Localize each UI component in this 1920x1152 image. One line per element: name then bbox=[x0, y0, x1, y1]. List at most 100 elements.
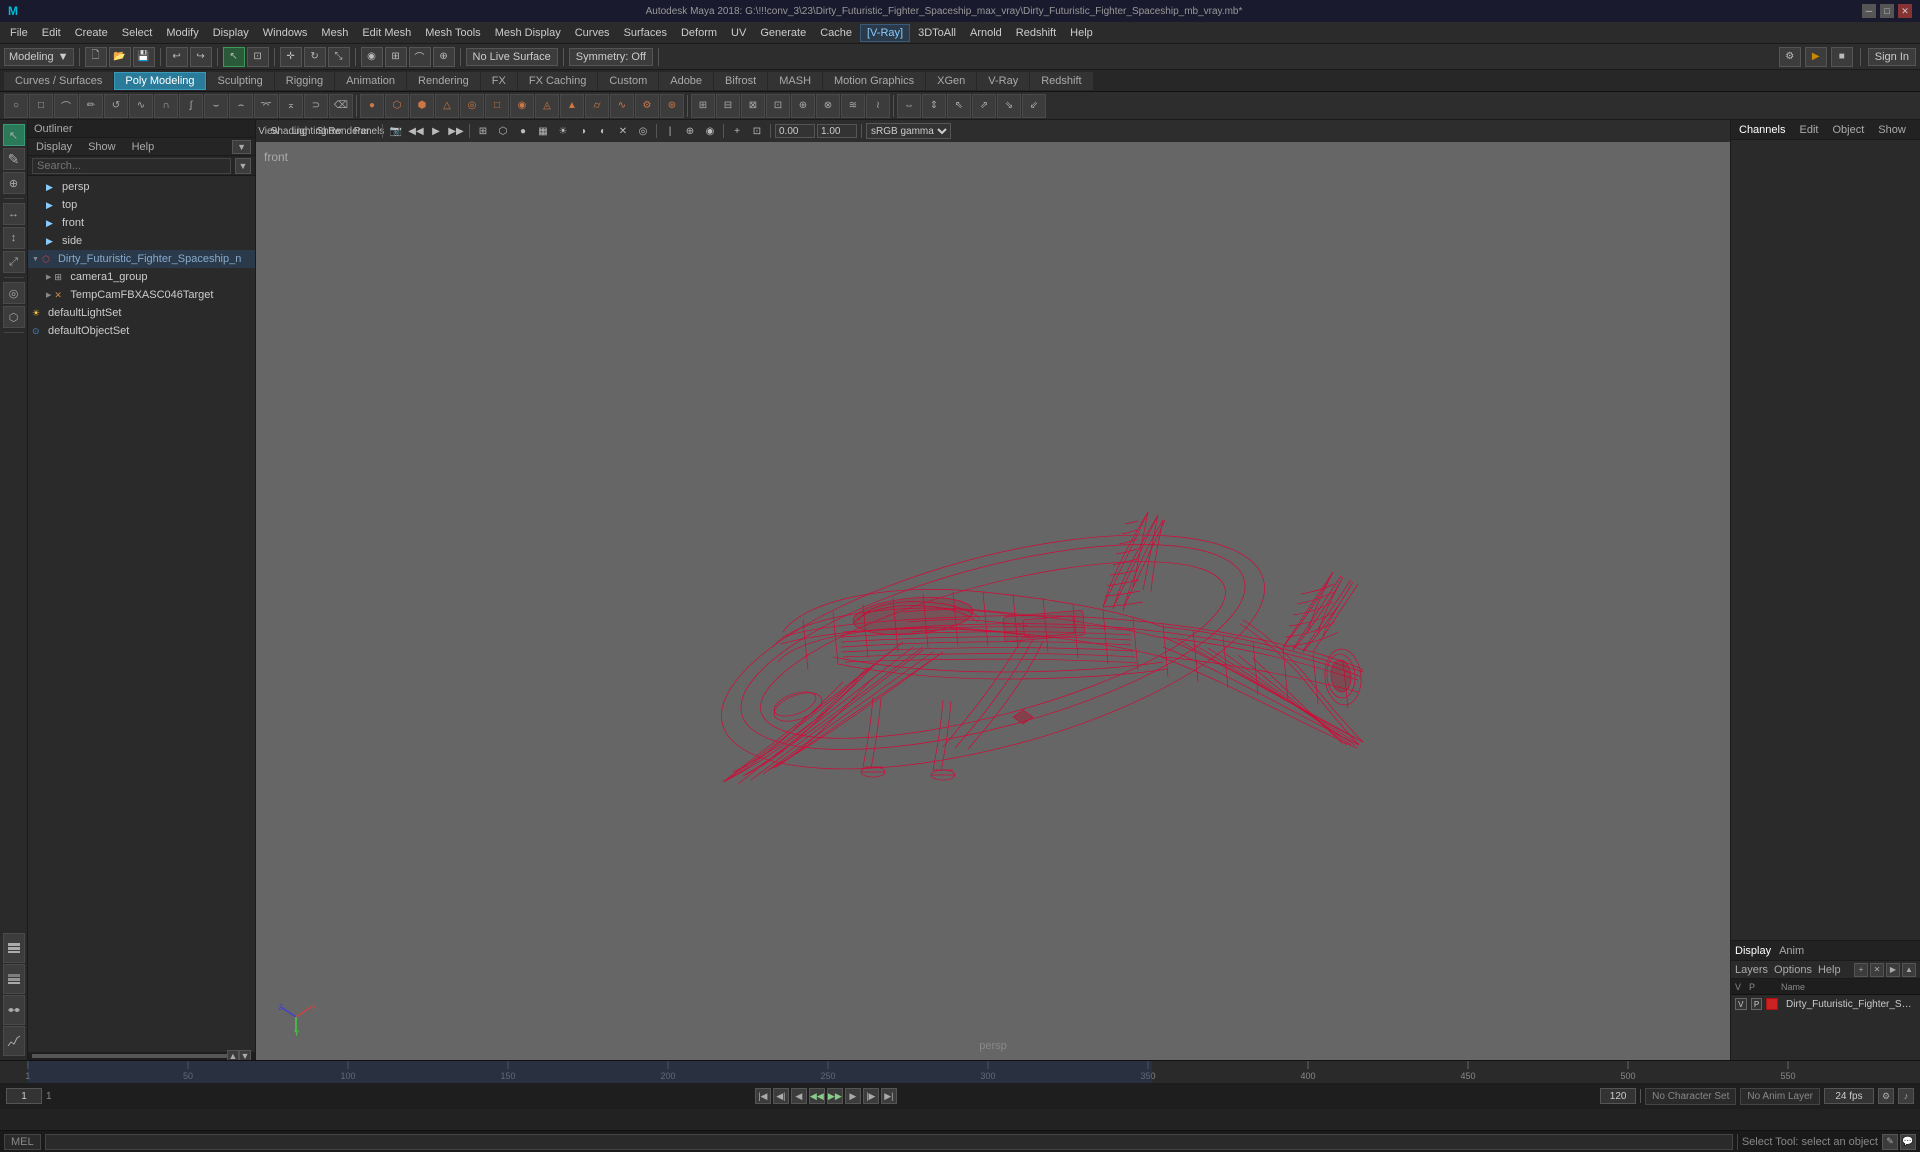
prev-frame-btn[interactable]: ◀ bbox=[791, 1088, 807, 1104]
menu-windows[interactable]: Windows bbox=[257, 25, 314, 41]
select-mode-tool[interactable]: ↖ bbox=[3, 124, 25, 146]
shelf-helix[interactable]: ∿ bbox=[610, 94, 634, 118]
rotate-tool-button[interactable]: ↻ bbox=[304, 47, 326, 67]
tab-curves-surfaces[interactable]: Curves / Surfaces bbox=[4, 72, 113, 90]
menu-mesh-tools[interactable]: Mesh Tools bbox=[419, 25, 486, 41]
tab-motion-graphics[interactable]: Motion Graphics bbox=[823, 72, 925, 90]
tab-xgen[interactable]: XGen bbox=[926, 72, 976, 90]
tab-bifrost[interactable]: Bifrost bbox=[714, 72, 767, 90]
vp-prev-frame[interactable]: ◀◀ bbox=[407, 123, 425, 139]
shelf-tool-y[interactable]: ⇙ bbox=[1022, 94, 1046, 118]
vp-shadow-btn[interactable]: ◑ bbox=[574, 123, 592, 139]
list-item[interactable]: ▶ ✕ TempCamFBXASC046Target bbox=[28, 286, 255, 304]
lasso-tool-button[interactable]: ⊡ bbox=[247, 47, 269, 67]
vp-isolate-btn[interactable]: ◎ bbox=[634, 123, 652, 139]
shelf-plane[interactable]: □ bbox=[485, 94, 509, 118]
menu-vray[interactable]: [V-Ray] bbox=[860, 24, 910, 42]
no-live-surface[interactable]: No Live Surface bbox=[466, 48, 558, 66]
vp-smooth-btn[interactable]: ● bbox=[514, 123, 532, 139]
menu-edit-mesh[interactable]: Edit Mesh bbox=[356, 25, 417, 41]
transform-axis-tool[interactable]: ⤢ bbox=[3, 251, 25, 273]
vp-play-btn[interactable]: ▶ bbox=[427, 123, 445, 139]
current-frame-input[interactable] bbox=[6, 1088, 42, 1104]
redo-button[interactable]: ↪ bbox=[190, 47, 212, 67]
tab-sculpting[interactable]: Sculpting bbox=[207, 72, 274, 90]
shelf-mirror[interactable]: ⇔ bbox=[897, 94, 921, 118]
fps-input[interactable] bbox=[1824, 1088, 1874, 1104]
shelf-torus[interactable]: ◎ bbox=[460, 94, 484, 118]
vp-hud-btn1[interactable]: | bbox=[661, 123, 679, 139]
new-file-button[interactable]: 🗋 bbox=[85, 47, 107, 67]
vp-value2-input[interactable] bbox=[817, 124, 857, 138]
symmetry-off[interactable]: Symmetry: Off bbox=[569, 48, 653, 66]
shelf-soccer[interactable]: ⊛ bbox=[660, 94, 684, 118]
snap-point-button[interactable]: ⊕ bbox=[433, 47, 455, 67]
save-file-button[interactable]: 💾 bbox=[133, 47, 155, 67]
paint-tool[interactable]: ✎ bbox=[3, 148, 25, 170]
vp-lighting-menu[interactable]: Lighting bbox=[300, 123, 318, 139]
shelf-cone[interactable]: △ bbox=[435, 94, 459, 118]
rotate-axis-tool[interactable]: ↕ bbox=[3, 227, 25, 249]
shelf-wave[interactable]: ∿ bbox=[129, 94, 153, 118]
channels-tab[interactable]: Channels bbox=[1735, 123, 1789, 137]
list-item[interactable]: ▶ persp bbox=[28, 178, 255, 196]
vp-value1-input[interactable] bbox=[775, 124, 815, 138]
render-button[interactable]: ▶ bbox=[1805, 47, 1827, 67]
menu-deform[interactable]: Deform bbox=[675, 25, 723, 41]
vp-light-btn[interactable]: ☀ bbox=[554, 123, 572, 139]
play-back-btn[interactable]: ◀◀ bbox=[809, 1088, 825, 1104]
tab-redshift[interactable]: Redshift bbox=[1030, 72, 1092, 90]
menu-surfaces[interactable]: Surfaces bbox=[618, 25, 673, 41]
vp-camera-btn[interactable]: 📷 bbox=[387, 123, 405, 139]
menu-display[interactable]: Display bbox=[207, 25, 255, 41]
shelf-bezier[interactable]: ∫ bbox=[179, 94, 203, 118]
list-item[interactable]: ▶ side bbox=[28, 232, 255, 250]
shelf-tool11[interactable]: ⌅ bbox=[279, 94, 303, 118]
workspace-dropdown[interactable]: Modeling ▼ bbox=[4, 48, 74, 66]
shelf-sculpt[interactable]: ≀ bbox=[866, 94, 890, 118]
tab-adobe[interactable]: Adobe bbox=[659, 72, 713, 90]
render-settings-button[interactable]: ⚙ bbox=[1779, 47, 1801, 67]
outliner-tab-display[interactable]: Display bbox=[32, 140, 76, 154]
list-item[interactable]: ⊙ defaultObjectSet bbox=[28, 322, 255, 340]
shelf-spiral[interactable]: ↺ bbox=[104, 94, 128, 118]
vp-xray-btn[interactable]: ✕ bbox=[614, 123, 632, 139]
next-frame-btn[interactable]: ▶ bbox=[845, 1088, 861, 1104]
object-tab[interactable]: Object bbox=[1828, 123, 1868, 137]
shelf-circle[interactable]: ○ bbox=[4, 94, 28, 118]
help-tab[interactable]: Help bbox=[1818, 964, 1841, 976]
timeline-ruler[interactable]: 1 50 100 150 200 250 300 bbox=[0, 1061, 1920, 1083]
maximize-button[interactable]: □ bbox=[1880, 4, 1894, 18]
menu-generate[interactable]: Generate bbox=[754, 25, 812, 41]
undo-button[interactable]: ↩ bbox=[166, 47, 188, 67]
cmd-input[interactable] bbox=[45, 1134, 1733, 1150]
list-item[interactable]: ▶ front bbox=[28, 214, 255, 232]
display-tab[interactable]: Display bbox=[1735, 945, 1771, 957]
shelf-extrude[interactable]: ⊞ bbox=[691, 94, 715, 118]
vp-hud-btn3[interactable]: ◉ bbox=[701, 123, 719, 139]
vp-texture-btn[interactable]: ▦ bbox=[534, 123, 552, 139]
list-item[interactable]: ▶ ⊞ camera1_group bbox=[28, 268, 255, 286]
layer-mgr-tool[interactable] bbox=[3, 964, 25, 994]
shelf-separate[interactable]: ⇖ bbox=[947, 94, 971, 118]
tab-mash[interactable]: MASH bbox=[768, 72, 822, 90]
sculpt-tool[interactable]: ⊕ bbox=[3, 172, 25, 194]
shelf-bevel[interactable]: ⊟ bbox=[716, 94, 740, 118]
snap-grid-button[interactable]: ⊞ bbox=[385, 47, 407, 67]
playback-settings-btn[interactable]: ⚙ bbox=[1878, 1088, 1894, 1104]
timeline-tool[interactable] bbox=[3, 995, 25, 1025]
outliner-filter-btn[interactable]: ▼ bbox=[232, 140, 251, 154]
shelf-tool12[interactable]: ⊃ bbox=[304, 94, 328, 118]
layer-playback-checkbox[interactable]: P bbox=[1751, 998, 1763, 1010]
menu-create[interactable]: Create bbox=[69, 25, 114, 41]
list-item[interactable]: ▶ top bbox=[28, 196, 255, 214]
no-character-set[interactable]: No Character Set bbox=[1645, 1088, 1736, 1105]
shelf-merge[interactable]: ⊡ bbox=[766, 94, 790, 118]
outliner-tab-show[interactable]: Show bbox=[84, 140, 120, 154]
move-axis-tool[interactable]: ↔ bbox=[3, 203, 25, 225]
menu-3dtoall[interactable]: 3DToAll bbox=[912, 25, 962, 41]
list-item[interactable]: ☀ defaultLightSet bbox=[28, 304, 255, 322]
sound-btn[interactable]: ♪ bbox=[1898, 1088, 1914, 1104]
shelf-pipe[interactable]: ⌭ bbox=[585, 94, 609, 118]
shelf-pyramid[interactable]: ▲ bbox=[560, 94, 584, 118]
